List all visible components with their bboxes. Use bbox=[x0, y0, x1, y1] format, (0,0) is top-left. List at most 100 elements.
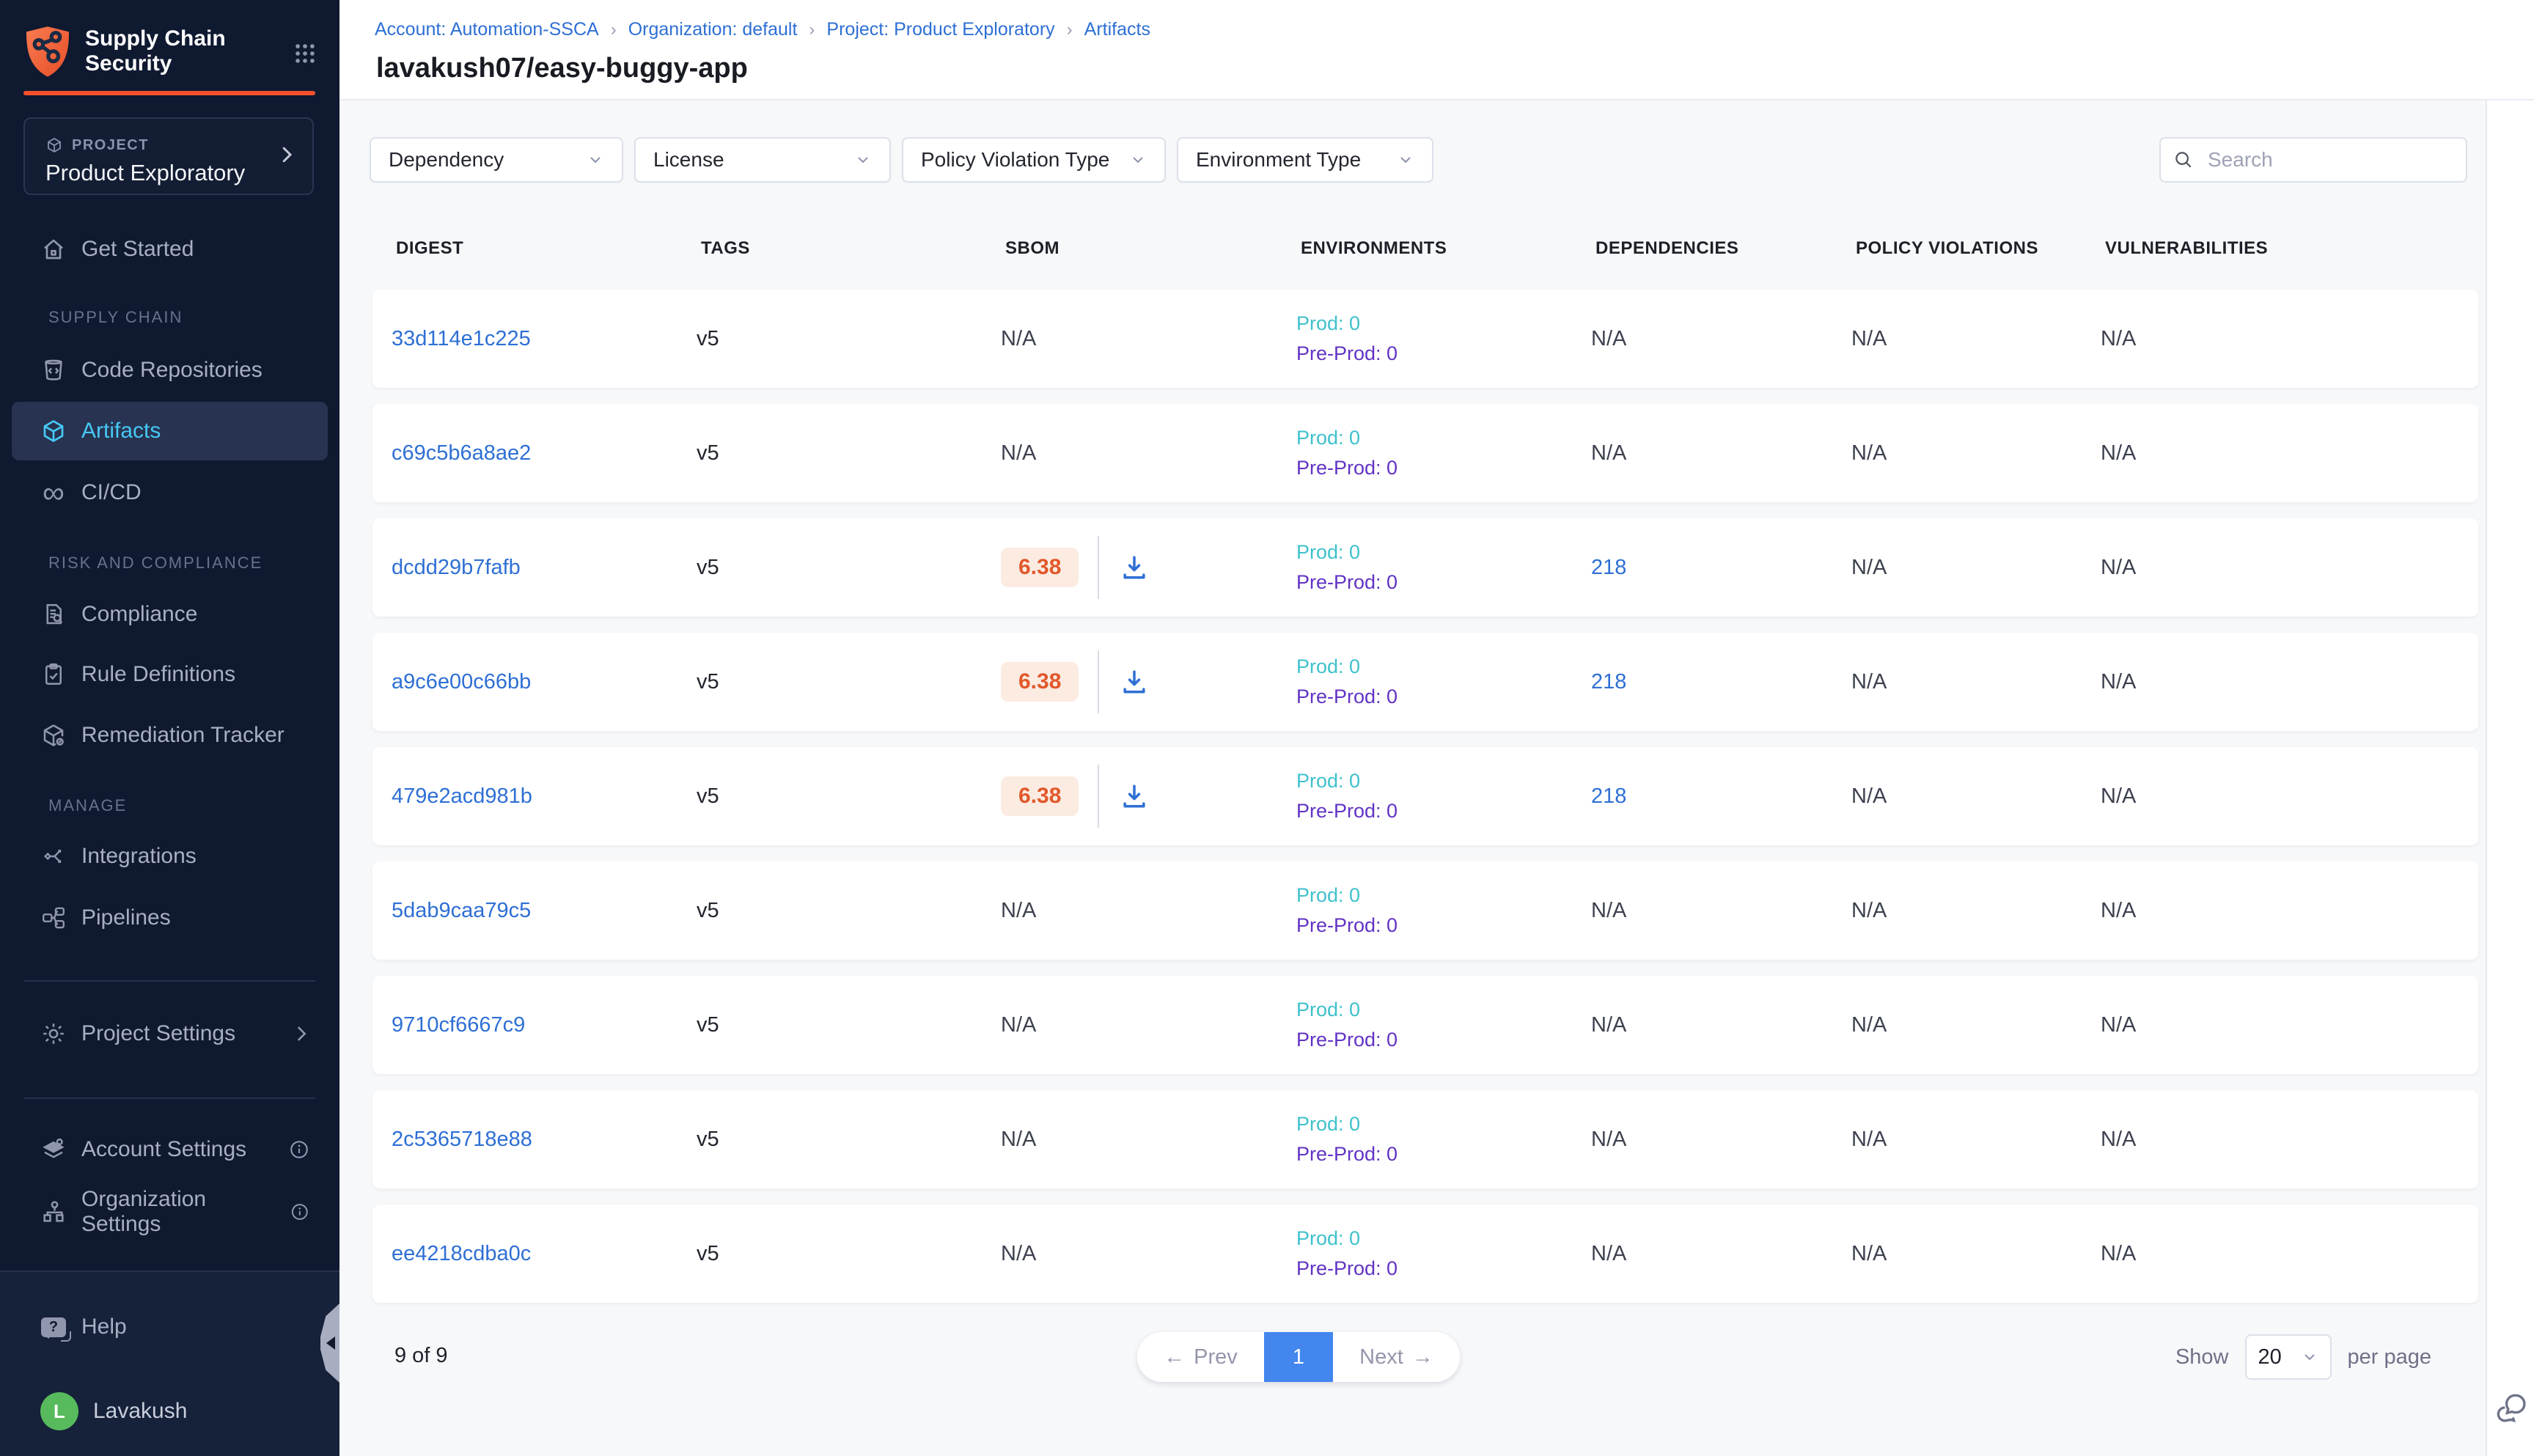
filter-select-policy-violation-type[interactable]: Policy Violation Type bbox=[902, 137, 1166, 183]
sidebar-section-manage: MANAGE bbox=[48, 796, 127, 815]
box-edit-icon bbox=[40, 722, 67, 749]
table-row[interactable]: 479e2acd981b v5 6.38 Prod: 0 Pre-Prod: 0… bbox=[372, 747, 2478, 845]
download-sbom-button[interactable] bbox=[1118, 666, 1150, 698]
search-icon bbox=[2173, 149, 2195, 171]
search-box bbox=[2159, 137, 2467, 183]
digest-link[interactable]: dcdd29b7fafb bbox=[392, 556, 521, 579]
digest-link[interactable]: 33d114e1c225 bbox=[392, 327, 531, 350]
table-row[interactable]: 9710cf6667c9 v5 N/A Prod: 0 Pre-Prod: 0 … bbox=[372, 976, 2478, 1074]
table-row[interactable]: a9c6e00c66bb v5 6.38 Prod: 0 Pre-Prod: 0… bbox=[372, 633, 2478, 731]
filter-label: Policy Violation Type bbox=[921, 148, 1109, 172]
vulnerabilities-value: N/A bbox=[2101, 441, 2478, 466]
sidebar-divider bbox=[23, 980, 315, 982]
app-title: Supply Chain Security bbox=[85, 25, 226, 76]
filter-select-environment-type[interactable]: Environment Type bbox=[1177, 137, 1433, 183]
digest-link[interactable]: 2c5365718e88 bbox=[392, 1128, 532, 1151]
user-menu[interactable]: L Lavakush bbox=[12, 1389, 328, 1433]
project-selector[interactable]: PROJECT Product Exploratory bbox=[23, 117, 314, 195]
env-preprod: Pre-Prod: 0 bbox=[1296, 342, 1591, 365]
infinity-icon: ∞ bbox=[40, 479, 67, 506]
search-input[interactable] bbox=[2159, 137, 2467, 183]
environments-cell: Prod: 0 Pre-Prod: 0 bbox=[1296, 770, 1591, 823]
sidebar-item-pipelines[interactable]: Pipelines bbox=[12, 896, 328, 940]
download-sbom-button[interactable] bbox=[1118, 780, 1150, 812]
tag-value: v5 bbox=[697, 441, 1001, 466]
sidebar-item-compliance[interactable]: Compliance bbox=[12, 592, 328, 636]
sidebar-item-organization-settings[interactable]: Organization Settings bbox=[12, 1190, 328, 1234]
sidebar-item-get-started[interactable]: Get Started bbox=[12, 227, 328, 271]
environments-cell: Prod: 0 Pre-Prod: 0 bbox=[1296, 655, 1591, 708]
sidebar-item-help[interactable]: ? Help bbox=[12, 1305, 328, 1349]
vulnerabilities-value: N/A bbox=[2101, 899, 2478, 923]
module-grid-icon[interactable] bbox=[293, 41, 317, 66]
sidebar-item-artifacts[interactable]: Artifacts bbox=[12, 402, 328, 460]
sbom-cell: N/A bbox=[1001, 1128, 1296, 1152]
digest-link[interactable]: a9c6e00c66bb bbox=[392, 670, 531, 694]
breadcrumb-link[interactable]: Account: Automation-SSCA bbox=[375, 19, 599, 40]
gear-icon bbox=[40, 1021, 67, 1047]
sidebar-item-code-repositories[interactable]: Code Repositories bbox=[12, 348, 328, 392]
digest-link[interactable]: c69c5b6a8ae2 bbox=[392, 441, 531, 465]
dependencies-value[interactable]: 218 bbox=[1591, 670, 1626, 694]
home-icon bbox=[40, 236, 67, 262]
digest-link[interactable]: 5dab9caa79c5 bbox=[392, 899, 531, 922]
prev-page-button[interactable]: ←Prev bbox=[1137, 1332, 1264, 1382]
chat-support-icon[interactable] bbox=[2493, 1390, 2530, 1427]
filter-select-dependency[interactable]: Dependency bbox=[370, 137, 623, 183]
environments-cell: Prod: 0 Pre-Prod: 0 bbox=[1296, 999, 1591, 1051]
next-page-button[interactable]: Next→ bbox=[1333, 1332, 1460, 1382]
page-header: Account: Automation-SSCA›Organization: d… bbox=[339, 0, 2534, 100]
environments-cell: Prod: 0 Pre-Prod: 0 bbox=[1296, 541, 1591, 594]
table-row[interactable]: dcdd29b7fafb v5 6.38 Prod: 0 Pre-Prod: 0… bbox=[372, 518, 2478, 617]
table-row[interactable]: 5dab9caa79c5 v5 N/A Prod: 0 Pre-Prod: 0 … bbox=[372, 861, 2478, 960]
environments-cell: Prod: 0 Pre-Prod: 0 bbox=[1296, 312, 1591, 365]
vulnerabilities-value: N/A bbox=[2101, 327, 2478, 351]
sidebar-item-cicd[interactable]: ∞ CI/CD bbox=[12, 471, 328, 515]
breadcrumb-link[interactable]: Artifacts bbox=[1084, 19, 1150, 40]
table-row[interactable]: c69c5b6a8ae2 v5 N/A Prod: 0 Pre-Prod: 0 … bbox=[372, 404, 2478, 502]
tag-value: v5 bbox=[697, 1013, 1001, 1037]
per-page-label: per page bbox=[2348, 1345, 2432, 1369]
brand-accent-bar bbox=[23, 91, 315, 95]
info-icon[interactable] bbox=[288, 1139, 310, 1161]
table-row[interactable]: 2c5365718e88 v5 N/A Prod: 0 Pre-Prod: 0 … bbox=[372, 1090, 2478, 1188]
download-sbom-button[interactable] bbox=[1118, 551, 1150, 584]
layers-gear-icon bbox=[40, 1136, 67, 1163]
sidebar-item-integrations[interactable]: Integrations bbox=[12, 834, 328, 878]
table-row[interactable]: 33d114e1c225 v5 N/A Prod: 0 Pre-Prod: 0 … bbox=[372, 290, 2478, 388]
info-icon[interactable] bbox=[290, 1201, 310, 1223]
dependencies-value[interactable]: 218 bbox=[1591, 556, 1626, 579]
environments-cell: Prod: 0 Pre-Prod: 0 bbox=[1296, 427, 1591, 479]
digest-link[interactable]: 479e2acd981b bbox=[392, 784, 532, 808]
breadcrumb-link[interactable]: Organization: default bbox=[628, 19, 798, 40]
column-header: POLICY VIOLATIONS bbox=[1856, 238, 2105, 259]
column-header: TAGS bbox=[701, 238, 1005, 259]
sbom-divider bbox=[1098, 536, 1099, 599]
page-size-select[interactable]: 20 bbox=[2245, 1334, 2332, 1380]
dependencies-value[interactable]: 218 bbox=[1591, 784, 1626, 808]
breadcrumb: Account: Automation-SSCA›Organization: d… bbox=[375, 19, 1150, 40]
sidebar-item-remediation-tracker[interactable]: Remediation Tracker bbox=[12, 713, 328, 757]
sidebar-item-account-settings[interactable]: Account Settings bbox=[12, 1128, 328, 1172]
sbom-na: N/A bbox=[1001, 1013, 1036, 1037]
env-prod: Prod: 0 bbox=[1296, 999, 1591, 1021]
digest-link[interactable]: 9710cf6667c9 bbox=[392, 1013, 525, 1037]
dependencies-value: N/A bbox=[1591, 1242, 1626, 1265]
env-prod: Prod: 0 bbox=[1296, 312, 1591, 335]
breadcrumb-link[interactable]: Project: Product Exploratory bbox=[826, 19, 1054, 40]
filter-select-license[interactable]: License bbox=[634, 137, 891, 183]
env-preprod: Pre-Prod: 0 bbox=[1296, 1257, 1591, 1280]
digest-link[interactable]: ee4218cdba0c bbox=[392, 1242, 531, 1265]
environments-cell: Prod: 0 Pre-Prod: 0 bbox=[1296, 1227, 1591, 1280]
env-prod: Prod: 0 bbox=[1296, 541, 1591, 564]
sidebar-footer: ? Help L Lavakush bbox=[0, 1271, 339, 1456]
table-row[interactable]: ee4218cdba0c v5 N/A Prod: 0 Pre-Prod: 0 … bbox=[372, 1205, 2478, 1303]
current-page-button[interactable]: 1 bbox=[1264, 1332, 1333, 1382]
page-size-control: Show 20 per page bbox=[2175, 1332, 2431, 1382]
sidebar-item-rule-definitions[interactable]: Rule Definitions bbox=[12, 652, 328, 696]
sbom-score-badge: 6.38 bbox=[1001, 662, 1079, 702]
env-prod: Prod: 0 bbox=[1296, 1113, 1591, 1136]
sidebar-item-project-settings[interactable]: Project Settings bbox=[12, 1012, 328, 1056]
filter-label: Environment Type bbox=[1196, 148, 1361, 172]
vulnerabilities-value: N/A bbox=[2101, 784, 2478, 809]
